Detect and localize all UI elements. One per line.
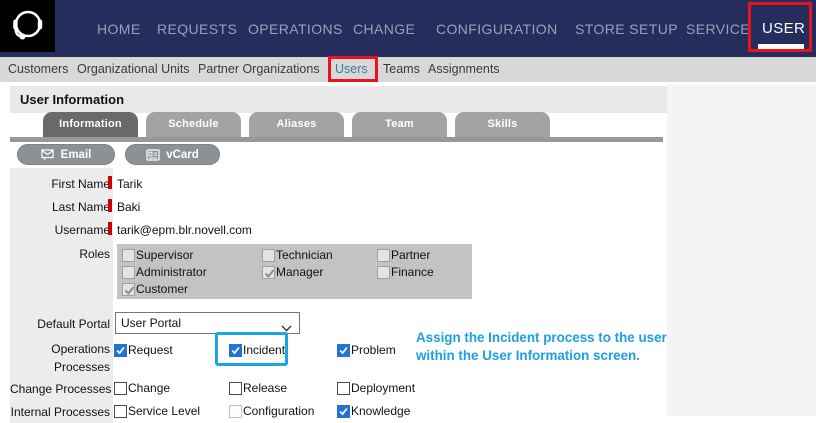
role-partner: Partner [377,248,430,262]
checkbox-finance [377,266,390,279]
nav-item-operations[interactable]: OPERATIONS [248,21,343,37]
subnav-item-partner-organizations[interactable]: Partner Organizations [198,62,320,76]
top-navigation-bar: HOME REQUESTS OPERATIONS CHANGE CONFIGUR… [0,0,816,57]
nav-item-home[interactable]: HOME [97,21,141,37]
annotation-line-2: within the User Information screen. [416,347,716,365]
vcard-button-label: vCard [166,149,199,161]
checkbox-deployment-unchecked[interactable] [337,382,350,395]
checkbox-supervisor [122,249,135,262]
subnav-item-organizational-units[interactable]: Organizational Units [77,62,190,76]
user-information-panel: User Information Information Schedule Al… [10,86,667,423]
page-background [667,85,816,416]
tab-skills[interactable]: Skills [455,112,550,137]
nav-item-store-setup[interactable]: STORE SETUP [575,21,678,37]
tab-aliases[interactable]: Aliases [249,112,344,137]
operations-processes-label-line2: Processes [10,360,110,374]
app-logo [0,0,55,52]
roles-group: Supervisor Technician Partner Administra… [117,244,472,299]
default-portal-value: User Portal [121,316,181,330]
default-portal-label: Default Portal [10,317,110,331]
checkbox-configuration-disabled [229,405,242,418]
required-marker [108,199,112,212]
process-request: Request [114,343,173,357]
app-window: HOME REQUESTS OPERATIONS CHANGE CONFIGUR… [0,0,816,423]
subnav-item-teams[interactable]: Teams [383,62,420,76]
tab-information[interactable]: Information [43,112,138,137]
page-title: User Information [20,92,124,107]
email-button-label: Email [61,149,92,161]
role-technician: Technician [262,248,333,262]
annotation-text: Assign the Incident process to the user … [416,329,716,364]
checkbox-release-unchecked[interactable] [229,382,242,395]
checkbox-manager-checked [262,266,275,279]
process-deployment: Deployment [337,381,415,395]
process-change: Change [114,381,170,395]
incident-highlight-box [215,332,288,366]
user-menu-highlight-box [748,2,812,52]
tab-team[interactable]: Team [352,112,447,137]
vcard-icon [146,149,160,161]
role-administrator: Administrator [122,265,207,279]
first-name-value: Tarik [117,177,142,191]
nav-item-requests[interactable]: REQUESTS [157,21,237,37]
nav-item-change[interactable]: CHANGE [353,21,415,37]
operations-processes-label-line1: Operations [10,342,110,356]
users-highlight-box [328,56,378,82]
username-value: tarik@epm.blr.novell.com [117,223,252,237]
checkbox-partner [377,249,390,262]
change-processes-label: Change Processes [10,382,110,396]
checkbox-problem-checked[interactable] [337,344,350,357]
process-problem: Problem [337,343,396,357]
process-release: Release [229,381,287,395]
checkbox-service-level-unchecked[interactable] [114,405,127,418]
roles-label: Roles [10,247,110,261]
checkbox-customer-checked [122,283,135,296]
subnav-item-assignments[interactable]: Assignments [428,62,500,76]
last-name-value: Baki [117,200,140,214]
role-customer: Customer [122,282,188,296]
default-portal-select[interactable]: User Portal [115,312,300,334]
email-button[interactable]: Email [17,144,115,165]
username-label: Username [10,223,110,237]
process-configuration: Configuration [229,404,314,418]
subnav-item-customers[interactable]: Customers [8,62,68,76]
required-marker [108,222,112,235]
required-marker [108,176,112,189]
checkbox-request-checked[interactable] [114,344,127,357]
role-supervisor: Supervisor [122,248,193,262]
role-manager: Manager [262,265,323,279]
nav-item-configuration[interactable]: CONFIGURATION [436,21,558,37]
checkbox-technician [262,249,275,262]
role-finance: Finance [377,265,434,279]
checkbox-knowledge-checked[interactable] [337,405,350,418]
internal-processes-label: Internal Processes [10,405,110,419]
first-name-label: First Name [10,177,110,191]
vcard-button[interactable]: vCard [125,144,220,165]
process-service-level: Service Level [114,404,200,418]
last-name-label: Last Name [10,200,110,214]
tab-underline-bar [10,137,663,142]
checkbox-change-unchecked[interactable] [114,382,127,395]
process-knowledge: Knowledge [337,404,410,418]
tab-schedule[interactable]: Schedule [146,112,241,137]
secondary-navigation-bar: Customers Organizational Units Partner O… [0,57,816,82]
checkbox-administrator [122,266,135,279]
annotation-line-1: Assign the Incident process to the user [416,329,716,347]
nav-item-service[interactable]: SERVICE [686,21,750,37]
envelope-icon [41,149,55,161]
